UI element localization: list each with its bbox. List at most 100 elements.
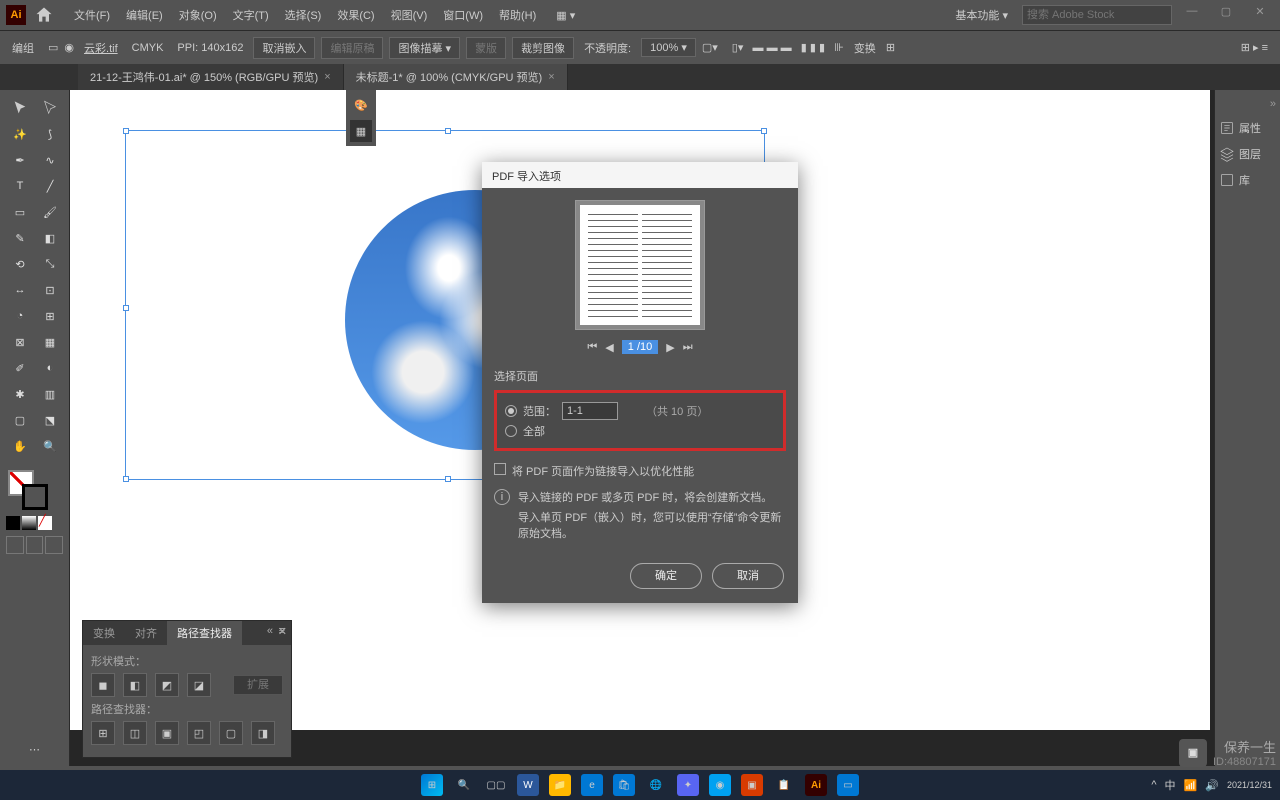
color-indicator[interactable] [6,468,63,510]
wifi-icon[interactable]: 📶 [1184,779,1198,792]
style-icon[interactable]: ▢▾ [702,41,718,54]
color-panel-icon[interactable]: 🎨 [350,94,372,116]
range-input[interactable] [562,402,618,420]
color-mode-none[interactable]: ╱ [38,516,52,530]
gradient-tool[interactable]: ▦ [36,330,64,354]
align-group[interactable]: ▯▾ ▬ ▬ ▬ ▮ ▮ ▮ ⊪ [732,41,844,54]
panel-close-icon[interactable]: ✕ [278,625,287,638]
all-radio[interactable] [505,425,517,437]
search-input[interactable] [1022,5,1172,25]
app-icon-4[interactable]: 📋 [773,774,795,796]
last-page-icon[interactable]: ⏭ [683,341,693,354]
minus-back-button[interactable]: ◨ [251,721,275,745]
rectangle-tool[interactable]: ▭ [6,200,34,224]
swatches-panel-icon[interactable]: ▦ [350,120,372,142]
mesh-tool[interactable]: ⊠ [6,330,34,354]
draw-behind[interactable] [26,536,44,554]
curvature-tool[interactable]: ∿ [36,148,64,172]
tab-close-icon[interactable]: × [548,71,554,83]
start-icon[interactable]: ⊞ [421,774,443,796]
trim-button[interactable]: ◫ [123,721,147,745]
menu-edit[interactable]: 编辑(E) [118,7,171,23]
shaper-tool[interactable]: ✎ [6,226,34,250]
scale-tool[interactable]: ⤡ [36,252,64,276]
menu-type[interactable]: 文字(T) [225,7,277,23]
rotate-tool[interactable]: ⟲ [6,252,34,276]
column-graph-tool[interactable]: ▥ [36,382,64,406]
search-taskbar-icon[interactable]: 🔍 [453,774,475,796]
prev-page-icon[interactable]: ◀ [605,341,613,354]
edit-toolbar-icon[interactable]: ⋯ [6,737,63,762]
draw-normal[interactable] [6,536,24,554]
draw-inside[interactable] [45,536,63,554]
panel-collapse-icon[interactable]: « [267,625,273,637]
home-icon[interactable] [34,5,54,25]
app-icon-3[interactable]: ▣ [741,774,763,796]
app-icon-2[interactable]: ◉ [709,774,731,796]
clock[interactable]: 2021/12/31 [1227,780,1272,790]
divide-button[interactable]: ⊞ [91,721,115,745]
menu-select[interactable]: 选择(S) [277,7,330,23]
tray-chevron-icon[interactable]: ^ [1151,779,1156,791]
more-options-icon[interactable]: ⊞ ▸ ≡ [1241,41,1268,54]
merge-button[interactable]: ▣ [155,721,179,745]
link-checkbox[interactable] [494,463,506,475]
selection-tool[interactable] [6,96,34,120]
tab-align[interactable]: 对齐 [125,621,167,645]
image-trace-button[interactable]: 图像描摹 ▾ [389,37,460,59]
opacity-value[interactable]: 100% ▾ [641,38,696,57]
lasso-tool[interactable]: ⟆ [36,122,64,146]
stroke-swatch[interactable] [22,484,48,510]
taskview-icon[interactable]: ▢▢ [485,774,507,796]
paintbrush-tool[interactable]: 🖌 [36,200,64,224]
symbol-sprayer-tool[interactable]: ✱ [6,382,34,406]
chrome-icon[interactable]: 🌐 [645,774,667,796]
menu-view[interactable]: 视图(V) [383,7,436,23]
free-transform-tool[interactable]: ⊡ [36,278,64,302]
exclude-button[interactable]: ◪ [187,673,211,697]
properties-panel-button[interactable]: 属性 [1219,120,1276,136]
cancel-embed-button[interactable]: 取消嵌入 [253,37,315,59]
transform-label[interactable]: 变换 [854,40,876,56]
page-indicator[interactable]: 1 /10 [622,340,658,354]
range-radio[interactable] [505,405,517,417]
menu-help[interactable]: 帮助(H) [491,7,544,23]
width-tool[interactable]: ↔ [6,278,34,302]
panel-collapse-icon[interactable]: » [1219,98,1276,110]
minus-front-button[interactable]: ◧ [123,673,147,697]
maximize-icon[interactable]: ▢ [1212,5,1240,25]
minimize-icon[interactable]: — [1178,5,1206,25]
next-page-icon[interactable]: ▶ [666,341,674,354]
embed-icon[interactable]: ◉ [64,41,74,54]
volume-icon[interactable]: 🔊 [1205,779,1219,792]
color-mode-gradient[interactable] [22,516,36,530]
outline-button[interactable]: ▢ [219,721,243,745]
tab-pathfinder[interactable]: 路径查找器 [167,621,242,645]
menu-window[interactable]: 窗口(W) [435,7,491,23]
arrange-icon[interactable]: ▦ ▾ [556,9,575,22]
tab-document-1[interactable]: 21-12-王鸿伟-01.ai* @ 150% (RGB/GPU 预览) × [78,64,344,90]
unite-button[interactable]: ◼ [91,673,115,697]
artboard-tool[interactable]: ▢ [6,408,34,432]
crop-button[interactable]: 裁剪图像 [512,37,574,59]
layers-panel-button[interactable]: 图层 [1219,146,1276,162]
libraries-panel-button[interactable]: 库 [1219,172,1276,188]
tab-transform[interactable]: 变换 [83,621,125,645]
tab-document-2[interactable]: 未标题-1* @ 100% (CMYK/GPU 预览) × [344,64,568,90]
shape-builder-tool[interactable]: ◔ [6,304,34,328]
hand-tool[interactable]: ✋ [6,434,34,458]
store-icon[interactable]: 🛍 [613,774,635,796]
link-icon[interactable]: ▭ [48,41,58,54]
close-icon[interactable]: ✕ [1246,5,1274,25]
explorer-icon[interactable]: 📁 [549,774,571,796]
edge-icon[interactable]: e [581,774,603,796]
eraser-tool[interactable]: ◧ [36,226,64,250]
app-icon-5[interactable]: ▭ [837,774,859,796]
direct-selection-tool[interactable] [36,96,64,120]
magic-wand-tool[interactable]: ✨ [6,122,34,146]
ime-indicator[interactable]: 中 [1165,777,1176,793]
menu-object[interactable]: 对象(O) [171,7,225,23]
menu-file[interactable]: 文件(F) [66,7,118,23]
intersect-button[interactable]: ◩ [155,673,179,697]
blend-tool[interactable]: ◐ [36,356,64,380]
